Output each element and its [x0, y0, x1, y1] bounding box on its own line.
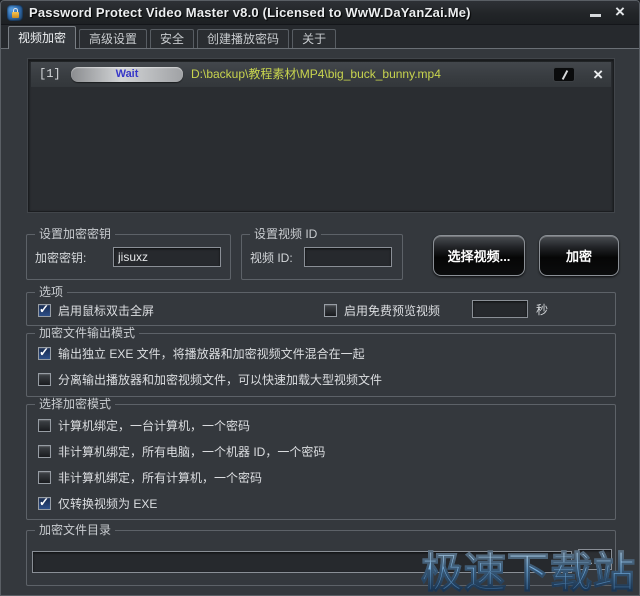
mode-unbound-one-password[interactable]: ✓ 非计算机绑定，所有计算机，一个密码 [38, 469, 262, 485]
checkbox[interactable]: ✓ [38, 344, 51, 360]
group-options: 选项 ✓ 启用鼠标双击全屏 ✓ 启用免费预览视频 秒 [26, 285, 616, 326]
checkbox-label: 仅转换视频为 EXE [58, 496, 158, 511]
tab-create-play-password[interactable]: 创建播放密码 [197, 29, 290, 49]
group-title: 加密文件输出模式 [35, 326, 140, 340]
output-mode-single-exe[interactable]: ✓ 输出独立 EXE 文件，将播放器和加密视频文件混合在一起 [38, 345, 365, 361]
browse-directory-button[interactable]: … [578, 549, 612, 570]
group-title: 选择加密模式 [35, 397, 116, 411]
checkbox[interactable]: ✓ [324, 303, 337, 317]
close-button[interactable]: × [609, 1, 631, 23]
row-remove-button[interactable]: × [593, 62, 603, 87]
check-icon: ✓ [39, 344, 50, 359]
group-encryption-key: 设置加密密钥 加密密钥: [26, 227, 231, 280]
checkbox[interactable]: ✓ [38, 494, 51, 510]
video-id-input[interactable] [304, 247, 392, 267]
pencil-icon [561, 70, 569, 80]
mode-computer-bound[interactable]: ✓ 计算机绑定，一台计算机，一个密码 [38, 417, 250, 433]
checkbox-label: 启用鼠标双击全屏 [58, 303, 155, 318]
group-encryption-mode: 选择加密模式 ✓ 计算机绑定，一台计算机，一个密码 ✓ 非计算机绑定，所有电脑，… [26, 397, 616, 520]
checkbox-label: 启用免费预览视频 [344, 303, 441, 318]
group-output-directory: 加密文件目录 … [26, 523, 616, 586]
group-title: 选项 [35, 285, 68, 299]
mode-convert-only-exe[interactable]: ✓ 仅转换视频为 EXE [38, 495, 157, 511]
preview-seconds-input[interactable] [472, 300, 528, 318]
tab-page-video-encrypt: [1] Wait D:\backup\教程素材\MP4\big_buck_bun… [1, 48, 639, 595]
tab-advanced-settings[interactable]: 高级设置 [79, 29, 148, 49]
mode-unbound-machine-id[interactable]: ✓ 非计算机绑定，所有电脑，一个机器 ID，一个密码 [38, 443, 325, 459]
row-progress-bar: Wait [71, 67, 183, 82]
checkbox[interactable]: ✓ [38, 372, 51, 386]
output-mode-separate[interactable]: ✓ 分离输出播放器和加密视频文件，可以快速加载大型视频文件 [38, 371, 382, 387]
check-icon: ✓ [39, 494, 50, 509]
minimize-icon [590, 14, 601, 17]
file-list-row[interactable]: [1] Wait D:\backup\教程素材\MP4\big_buck_bun… [31, 62, 611, 87]
option-double-click-fullscreen[interactable]: ✓ 启用鼠标双击全屏 [38, 302, 154, 318]
checkbox[interactable]: ✓ [38, 418, 51, 432]
seconds-unit-label: 秒 [536, 302, 549, 317]
checkbox-label: 输出独立 EXE 文件，将播放器和加密视频文件混合在一起 [58, 346, 365, 361]
window-title: Password Protect Video Master v8.0 (Lice… [29, 5, 471, 20]
select-video-button[interactable]: 选择视频... [433, 235, 525, 276]
encryption-key-input[interactable] [113, 247, 221, 267]
checkbox[interactable]: ✓ [38, 301, 51, 317]
tab-bar: 视频加密 高级设置 安全 创建播放密码 关于 [1, 25, 639, 49]
checkbox[interactable]: ✓ [38, 470, 51, 484]
group-output-mode: 加密文件输出模式 ✓ 输出独立 EXE 文件，将播放器和加密视频文件混合在一起 … [26, 326, 616, 397]
app-window: Password Protect Video Master v8.0 (Lice… [0, 0, 640, 596]
tab-video-encrypt[interactable]: 视频加密 [8, 26, 77, 49]
row-file-path: D:\backup\教程素材\MP4\big_buck_bunny.mp4 [191, 67, 441, 81]
checkbox[interactable]: ✓ [38, 444, 51, 458]
group-title: 加密文件目录 [35, 523, 116, 537]
minimize-button[interactable] [585, 1, 607, 23]
app-lock-icon [7, 5, 23, 21]
check-icon: ✓ [39, 301, 50, 316]
video-id-label: 视频 ID: [250, 250, 293, 265]
option-free-preview[interactable]: ✓ 启用免费预览视频 [324, 302, 440, 318]
checkbox-label: 非计算机绑定，所有电脑，一个机器 ID，一个密码 [58, 444, 326, 459]
checkbox-label: 计算机绑定，一台计算机，一个密码 [58, 418, 251, 433]
video-file-list[interactable]: [1] Wait D:\backup\教程素材\MP4\big_buck_bun… [28, 59, 614, 212]
tab-about[interactable]: 关于 [292, 29, 337, 49]
checkbox-label: 非计算机绑定，所有计算机，一个密码 [58, 470, 263, 485]
group-video-id: 设置视频 ID 视频 ID: [241, 227, 403, 280]
row-index: [1] [39, 67, 61, 81]
encryption-key-label: 加密密钥: [35, 250, 87, 265]
encrypt-button[interactable]: 加密 [539, 235, 619, 276]
row-edit-button[interactable] [553, 67, 575, 82]
output-directory-input[interactable] [32, 551, 572, 573]
title-bar[interactable]: Password Protect Video Master v8.0 (Lice… [1, 1, 639, 25]
checkbox-label: 分离输出播放器和加密视频文件，可以快速加载大型视频文件 [58, 372, 383, 387]
tab-security[interactable]: 安全 [150, 29, 195, 49]
